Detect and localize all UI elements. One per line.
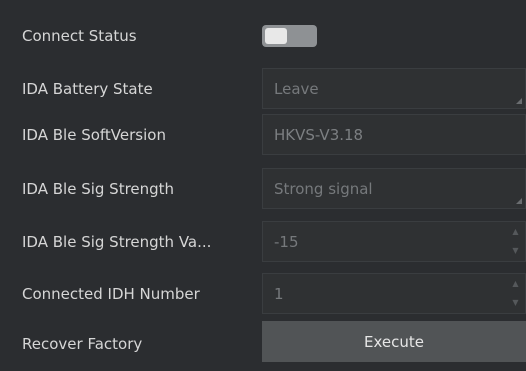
dropdown-corner-icon	[516, 98, 522, 104]
ida-ble-softversion-label: IDA Ble SoftVersion	[22, 125, 166, 144]
spin-up-icon[interactable]: ▲	[512, 280, 518, 288]
ida-ble-sig-strength-select[interactable]: Strong signal	[262, 168, 526, 209]
row-connect-status: Connect Status	[0, 0, 526, 72]
ida-ble-sig-strength-value: Strong signal	[274, 179, 373, 198]
ida-ble-sig-strength-label: IDA Ble Sig Strength	[22, 179, 175, 198]
row-ida-battery-state: IDA Battery State Leave	[0, 66, 526, 111]
execute-button[interactable]: Execute	[262, 321, 526, 362]
ida-ble-softversion-value: HKVS-V3.18	[274, 125, 364, 144]
properties-panel: Connect Status IDA Battery State Leave I…	[0, 0, 526, 371]
spin-buttons: ▲ ▼	[511, 280, 520, 307]
ida-battery-state-select[interactable]: Leave	[262, 68, 526, 109]
spin-up-icon[interactable]: ▲	[512, 228, 518, 236]
row-ida-ble-softversion: IDA Ble SoftVersion HKVS-V3.18	[0, 112, 526, 157]
connected-idh-number-value: 1	[274, 284, 284, 303]
connect-status-toggle[interactable]	[262, 25, 317, 47]
ida-ble-sig-strength-va-spinbox[interactable]: -15 ▲ ▼	[262, 221, 526, 262]
connected-idh-number-label: Connected IDH Number	[22, 284, 200, 303]
ida-battery-state-value: Leave	[274, 79, 319, 98]
toggle-knob	[265, 28, 287, 44]
ida-ble-sig-strength-va-label: IDA Ble Sig Strength Va...	[22, 232, 212, 251]
dropdown-corner-icon	[516, 198, 522, 204]
ida-battery-state-label: IDA Battery State	[22, 79, 153, 98]
ida-ble-sig-strength-va-value: -15	[274, 232, 299, 251]
spin-down-icon[interactable]: ▼	[512, 299, 518, 307]
spin-down-icon[interactable]: ▼	[512, 247, 518, 255]
recover-factory-label: Recover Factory	[22, 334, 143, 353]
row-ida-ble-sig-strength-value: IDA Ble Sig Strength Va... -15 ▲ ▼	[0, 219, 526, 264]
connect-status-label: Connect Status	[22, 27, 137, 45]
connected-idh-number-spinbox[interactable]: 1 ▲ ▼	[262, 273, 526, 314]
row-ida-ble-sig-strength: IDA Ble Sig Strength Strong signal	[0, 166, 526, 211]
row-connected-idh-number: Connected IDH Number 1 ▲ ▼	[0, 271, 526, 316]
spin-buttons: ▲ ▼	[511, 228, 520, 255]
ida-ble-softversion-field[interactable]: HKVS-V3.18	[262, 114, 526, 155]
row-recover-factory: Recover Factory Execute	[0, 321, 526, 366]
